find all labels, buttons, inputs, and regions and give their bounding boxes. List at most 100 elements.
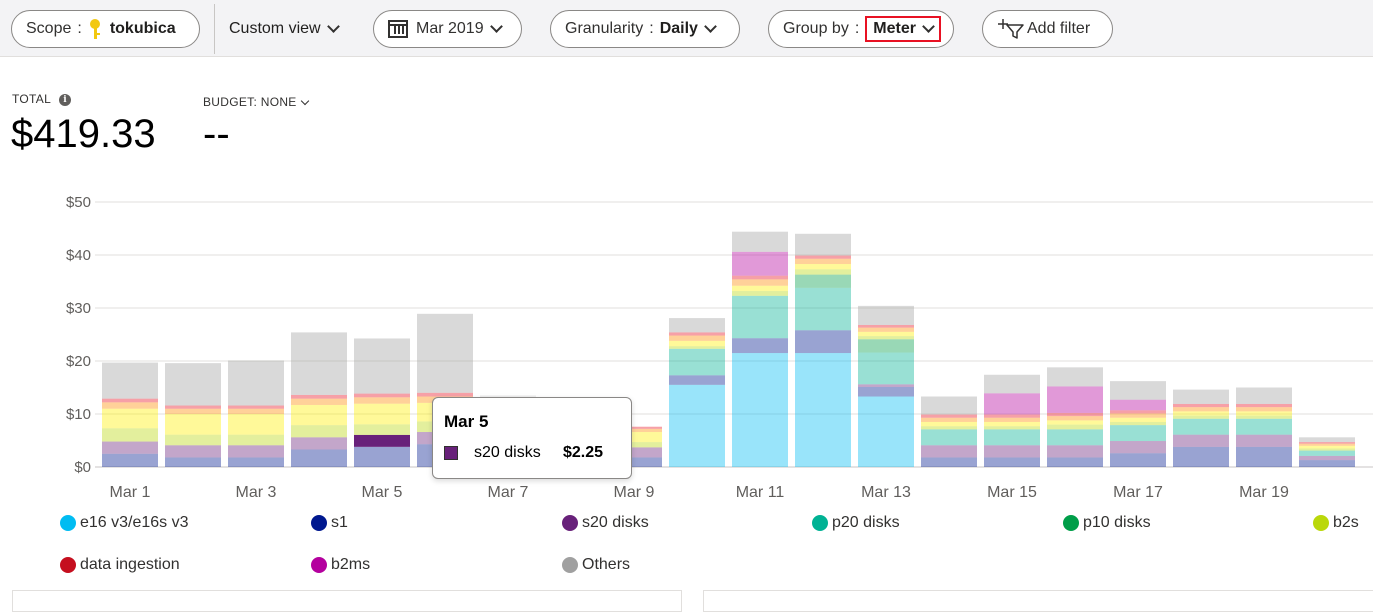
- info-icon[interactable]: i: [59, 94, 72, 106]
- bar-segment: [858, 339, 914, 353]
- bar-segment: [669, 348, 725, 376]
- granularity-colon: :: [649, 20, 654, 37]
- bar-segment: [1236, 387, 1292, 404]
- total-label: TOTAL i: [12, 92, 72, 106]
- legend-dot-icon: [60, 557, 76, 573]
- bar-segment: [102, 402, 158, 409]
- x-tick-label: Mar 1: [110, 484, 151, 501]
- bar-segment: [1110, 421, 1166, 426]
- bar-segment: [228, 360, 284, 406]
- y-tick-label: $10: [66, 406, 91, 423]
- bar-segment: [1236, 446, 1292, 467]
- bar-segment: [795, 264, 851, 270]
- bar-segment: [921, 421, 977, 427]
- granularity-button[interactable]: Granularity : Daily: [550, 10, 740, 48]
- legend-item[interactable]: Others: [562, 556, 630, 574]
- chevron-down-icon: [922, 20, 935, 33]
- legend-item[interactable]: s1: [311, 514, 348, 532]
- group-by-button[interactable]: Group by : Meter: [768, 10, 954, 48]
- legend-dot-icon: [562, 557, 578, 573]
- x-tick-label: Mar 19: [1239, 484, 1289, 501]
- bar-segment: [228, 457, 284, 467]
- legend-item[interactable]: s20 disks: [562, 514, 649, 532]
- y-tick-label: $0: [74, 459, 91, 476]
- group-by-value: Meter: [873, 20, 916, 37]
- legend-dot-icon: [1313, 515, 1329, 531]
- legend-dot-icon: [1063, 515, 1079, 531]
- bar-segment: [1047, 457, 1103, 467]
- total-label-text: TOTAL: [12, 92, 52, 106]
- scope-value: tokubica: [109, 20, 176, 37]
- cost-chart: $0 $10 $20 $30 $40 $50 Mar 1 Mar 3 Mar 5 Mar 7 Mar…: [66, 194, 1373, 501]
- bar-segment: [165, 414, 221, 435]
- bar-segment: [921, 417, 977, 422]
- bar-segment: [984, 374, 1040, 394]
- bar-segment: [102, 428, 158, 442]
- legend-item[interactable]: p20 disks: [812, 514, 900, 532]
- custom-view-dropdown[interactable]: Custom view: [229, 10, 340, 48]
- y-tick-label: $30: [66, 300, 91, 317]
- bar-segment: [732, 291, 788, 296]
- legend-dot-icon: [812, 515, 828, 531]
- legend-item[interactable]: data ingestion: [60, 556, 180, 574]
- legend-label: data ingestion: [80, 556, 180, 573]
- bar-segment: [795, 258, 851, 265]
- bar-segment: [102, 408, 158, 429]
- tooltip-series-name: s20 disks: [474, 444, 541, 461]
- group-by-colon: :: [854, 20, 860, 37]
- bar-segment: [228, 414, 284, 435]
- tooltip-value: $2.25: [563, 444, 604, 461]
- bar-segment: [1299, 448, 1355, 451]
- toolbar: Scope : tokubica Custom view Mar 2019 Gr…: [0, 0, 1373, 57]
- bar-segment: [354, 397, 410, 404]
- bar-segment: [1173, 389, 1229, 404]
- chart-tooltip: Mar 5 s20 disks $2.25: [432, 397, 632, 479]
- bar-segment: [165, 434, 221, 446]
- date-range-button[interactable]: Mar 2019: [373, 10, 522, 48]
- legend-label: s20 disks: [582, 514, 649, 531]
- bar-segment: [291, 404, 347, 426]
- bottom-card-right: [703, 590, 1373, 612]
- bar-segment: [921, 396, 977, 415]
- legend-label: p10 disks: [1083, 514, 1151, 531]
- bar-segment: [1110, 410, 1166, 414]
- x-tick-label: Mar 15: [987, 484, 1037, 501]
- bar-segment: [1110, 417, 1166, 422]
- group-by-value-highlight[interactable]: Meter: [865, 16, 941, 42]
- y-tick-label: $40: [66, 247, 91, 264]
- bar-segment: [1236, 407, 1292, 412]
- legend-item[interactable]: e16 v3/e16s v3: [60, 514, 189, 532]
- bar-segment: [228, 408, 284, 414]
- bar-segment: [1047, 367, 1103, 387]
- legend-item[interactable]: p10 disks: [1063, 514, 1151, 532]
- bar-segment: [228, 434, 284, 446]
- bar-segment: [858, 384, 914, 387]
- bar-segment: [1047, 412, 1103, 417]
- add-filter-icon: [997, 18, 1025, 40]
- bar-segment: [795, 287, 851, 331]
- bar-segment: [795, 269, 851, 275]
- budget-label: BUDGET: NONE: [203, 95, 297, 109]
- bar-segment: [1047, 386, 1103, 413]
- bar-segment: [1047, 416, 1103, 421]
- bar-segment: [1299, 445, 1355, 449]
- add-filter-button[interactable]: Add filter: [982, 10, 1113, 48]
- budget-dropdown[interactable]: BUDGET: NONE: [203, 95, 309, 109]
- legend-item[interactable]: b2s: [1313, 514, 1359, 532]
- bar-segment: [291, 394, 347, 399]
- bar-segment: [102, 441, 158, 454]
- bar-segment: [1236, 434, 1292, 447]
- bar-segment: [291, 449, 347, 467]
- legend-item[interactable]: b2ms: [311, 556, 370, 574]
- bar-segment: [984, 393, 1040, 415]
- legend-label: p20 disks: [832, 514, 900, 531]
- bar-segment: [102, 398, 158, 403]
- legend-dot-icon: [311, 515, 327, 531]
- bar-segment: [669, 375, 725, 385]
- legend-label: b2s: [1333, 514, 1359, 531]
- add-filter-label: Add filter: [1027, 20, 1091, 37]
- bar-segment: [1236, 415, 1292, 419]
- budget-value: --: [203, 112, 230, 156]
- scope-button[interactable]: Scope : tokubica: [11, 10, 200, 48]
- bar-segment: [165, 457, 221, 467]
